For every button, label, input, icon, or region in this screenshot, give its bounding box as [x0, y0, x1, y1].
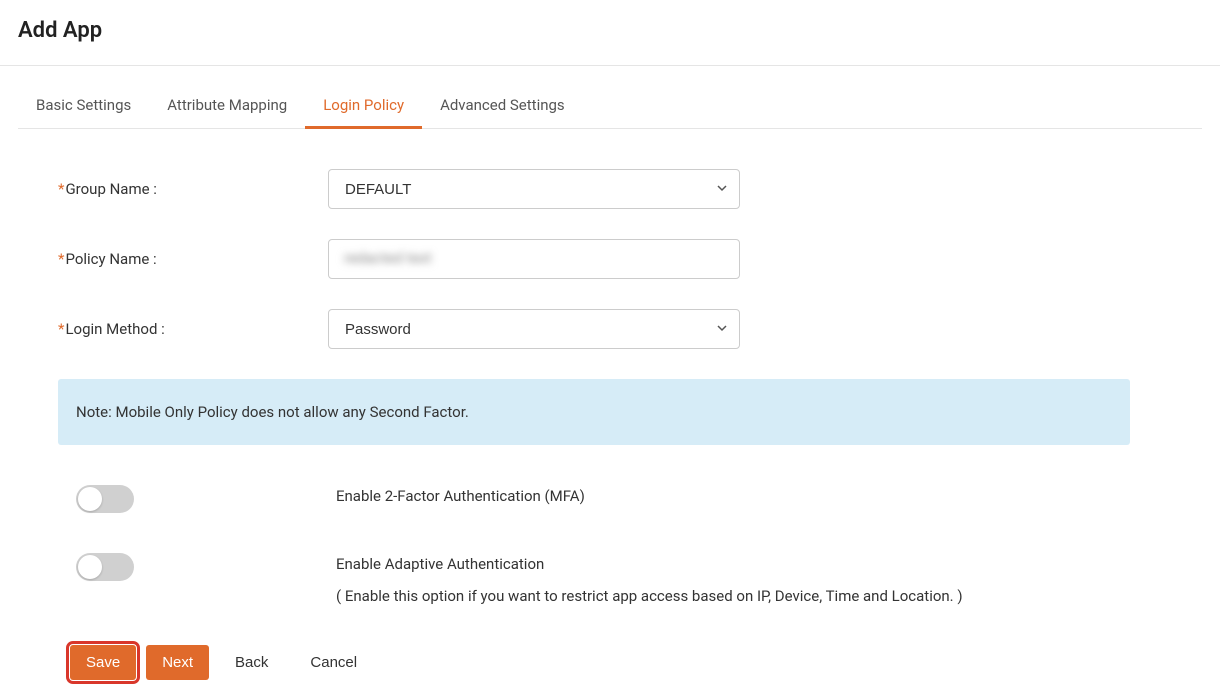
- adaptive-toggle[interactable]: [76, 553, 134, 581]
- next-button[interactable]: Next: [146, 645, 209, 680]
- adaptive-toggle-label: Enable Adaptive Authentication: [336, 555, 1162, 573]
- row-policy-name: *Policy Name : redacted text: [58, 239, 1162, 279]
- toggle-knob: [78, 555, 102, 579]
- adaptive-toggle-sublabel: ( Enable this option if you want to rest…: [336, 587, 1162, 605]
- tab-login-policy[interactable]: Login Policy: [305, 84, 422, 128]
- row-login-method: *Login Method :: [58, 309, 1162, 349]
- row-mfa-toggle: Enable 2-Factor Authentication (MFA): [58, 485, 1162, 513]
- tab-attribute-mapping[interactable]: Attribute Mapping: [149, 84, 305, 128]
- policy-name-redacted: redacted text: [344, 249, 432, 267]
- required-marker: *: [58, 180, 64, 198]
- required-marker: *: [58, 320, 64, 338]
- row-group-name: *Group Name :: [58, 169, 1162, 209]
- back-button[interactable]: Back: [219, 645, 284, 680]
- label-group-name: *Group Name :: [58, 180, 328, 198]
- tab-basic-settings[interactable]: Basic Settings: [18, 84, 149, 128]
- note-box: Note: Mobile Only Policy does not allow …: [58, 379, 1130, 445]
- mfa-toggle-label: Enable 2-Factor Authentication (MFA): [336, 485, 1162, 505]
- mfa-toggle[interactable]: [76, 485, 134, 513]
- save-button[interactable]: Save: [70, 645, 136, 680]
- cancel-button[interactable]: Cancel: [294, 645, 373, 680]
- tab-advanced-settings[interactable]: Advanced Settings: [422, 84, 583, 128]
- page-title: Add App: [18, 18, 1202, 43]
- button-row: Save Next Back Cancel: [58, 645, 1162, 680]
- label-login-method: *Login Method :: [58, 320, 328, 338]
- adaptive-toggle-text-block: Enable Adaptive Authentication ( Enable …: [336, 553, 1162, 605]
- row-adaptive-toggle: Enable Adaptive Authentication ( Enable …: [58, 553, 1162, 605]
- login-method-select[interactable]: [328, 309, 740, 349]
- toggle-knob: [78, 487, 102, 511]
- label-policy-name: *Policy Name :: [58, 250, 328, 268]
- page-header: Add App: [0, 0, 1220, 66]
- required-marker: *: [58, 250, 64, 268]
- tabs: Basic Settings Attribute Mapping Login P…: [18, 84, 1202, 129]
- group-name-select[interactable]: [328, 169, 740, 209]
